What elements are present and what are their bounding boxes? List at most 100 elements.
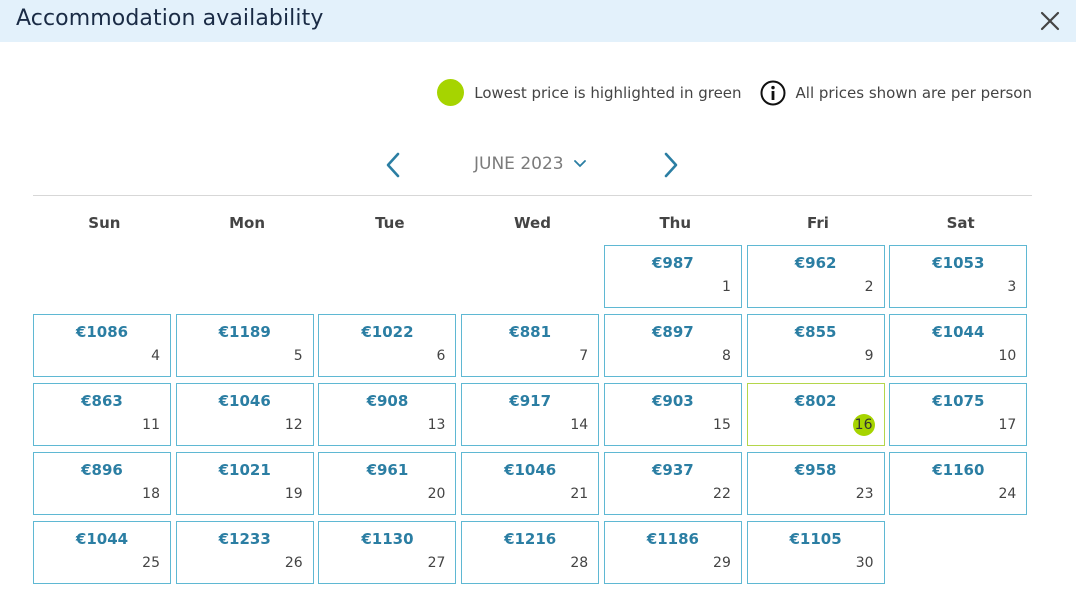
calendar-day[interactable]: €958 23 xyxy=(746,452,885,515)
calendar-cell: €961 20 xyxy=(318,452,461,521)
calendar-day[interactable]: €881 7 xyxy=(461,314,600,377)
calendar-cell: €937 22 xyxy=(603,452,747,521)
previous-month-icon[interactable] xyxy=(382,151,404,179)
weekday-label: Thu xyxy=(659,214,692,232)
day-number: 17 xyxy=(998,417,1017,433)
calendar-cell: €1046 21 xyxy=(461,452,604,521)
calendar-cell: €908 13 xyxy=(318,383,461,452)
calendar-day[interactable]: €987 1 xyxy=(603,245,742,308)
calendar-day[interactable]: €1233 26 xyxy=(175,521,314,584)
day-price: €962 xyxy=(794,254,837,272)
day-price: €1130 xyxy=(361,530,414,548)
calendar-day[interactable]: €937 22 xyxy=(603,452,742,515)
calendar-week: €1086 4 €1189 5 €1022 6 €881 7 €897 8 €855 9 €1044 10 xyxy=(33,314,1032,383)
day-price: €863 xyxy=(81,392,123,410)
lowest-price-legend-label: Lowest price is highlighted in green xyxy=(474,83,742,102)
calendar-day[interactable]: €1216 28 xyxy=(461,521,600,584)
day-price: €881 xyxy=(509,323,552,341)
calendar-day[interactable]: €1130 27 xyxy=(318,521,457,584)
calendar-day[interactable]: €903 15 xyxy=(603,383,742,446)
calendar-day[interactable]: €1044 25 xyxy=(33,521,171,584)
calendar-day[interactable]: €1044 10 xyxy=(889,314,1028,377)
calendar-day[interactable]: €917 14 xyxy=(461,383,600,446)
day-price: €1216 xyxy=(504,530,557,548)
month-select[interactable]: JUNE 2023 xyxy=(474,154,586,174)
calendar-cell xyxy=(33,245,176,314)
weekday-label: Sat xyxy=(946,214,975,232)
calendar-cell xyxy=(318,245,461,314)
day-number: 26 xyxy=(284,555,303,571)
calendar-cell: €987 1 xyxy=(603,245,747,314)
day-number: 10 xyxy=(998,348,1017,364)
legend: Lowest price is highlighted in green All… xyxy=(437,79,1032,106)
day-price: €855 xyxy=(794,323,837,341)
calendar-day[interactable]: €1160 24 xyxy=(889,452,1028,515)
day-price: €802 xyxy=(794,392,837,410)
day-number: 19 xyxy=(284,486,303,502)
day-number: 29 xyxy=(713,555,731,571)
calendar-day-lowest-price[interactable]: €802 16 xyxy=(746,383,885,446)
calendar-day[interactable]: €908 13 xyxy=(318,383,457,446)
calendar-week: €1044 25 €1233 26 €1130 27 €1216 28 €1186 29 €1105… xyxy=(33,521,1032,590)
day-price: €1233 xyxy=(218,530,271,548)
calendar-cell: €1075 17 xyxy=(889,383,1032,452)
weekday-header: Sun Mon Tue Wed Thu Fri Sat xyxy=(33,205,1032,245)
calendar-cell: €1021 19 xyxy=(175,452,319,521)
day-number: 27 xyxy=(427,555,446,571)
day-price: €937 xyxy=(652,461,694,479)
lowest-price-dot xyxy=(437,79,465,106)
calendar-day[interactable]: €1189 5 xyxy=(175,314,314,377)
calendar: Sun Mon Tue Wed Thu Fri Sat €987 1 €962 2 €1… xyxy=(33,205,1032,616)
day-price: €897 xyxy=(652,323,694,341)
day-number: 6 xyxy=(436,348,446,364)
weekday-label: Sun xyxy=(88,214,121,232)
calendar-day[interactable]: €961 20 xyxy=(318,452,457,515)
day-number: 28 xyxy=(570,555,589,571)
day-number: 30 xyxy=(855,555,874,571)
calendar-day[interactable]: €863 11 xyxy=(33,383,171,446)
calendar-cell xyxy=(176,245,319,314)
calendar-day[interactable]: €1075 17 xyxy=(889,383,1028,446)
calendar-day[interactable]: €1053 3 xyxy=(889,245,1028,308)
day-number: 14 xyxy=(570,417,589,433)
calendar-day[interactable]: €1022 6 xyxy=(318,314,457,377)
divider xyxy=(33,195,1032,196)
day-price: €1021 xyxy=(218,461,271,479)
day-number: 12 xyxy=(284,417,303,433)
calendar-cell: €1233 26 xyxy=(175,521,319,590)
close-icon[interactable] xyxy=(1038,9,1062,33)
day-price: €1189 xyxy=(218,323,271,341)
calendar-day[interactable]: €1105 30 xyxy=(746,521,885,584)
calendar-day[interactable]: €1046 12 xyxy=(175,383,314,446)
day-price: €1044 xyxy=(75,530,129,548)
calendar-week: €863 11 €1046 12 €908 13 €917 14 €903 15 €802 16 €10… xyxy=(33,383,1032,452)
day-number: 16 xyxy=(852,414,875,436)
calendar-cell: €1086 4 xyxy=(33,314,176,383)
dialog-header: Accommodation availability xyxy=(0,0,1076,42)
day-price: €1086 xyxy=(75,323,129,341)
info-icon xyxy=(760,80,786,105)
calendar-cell xyxy=(461,245,604,314)
calendar-cell: €855 9 xyxy=(746,314,890,383)
calendar-cell: €1186 29 xyxy=(603,521,747,590)
calendar-week: €987 1 €962 2 €1053 3 xyxy=(33,245,1032,314)
calendar-grid: €987 1 €962 2 €1053 3 €1086 4 €1189 5 €1022 6 €881 7 €… xyxy=(33,245,1032,590)
calendar-day[interactable]: €855 9 xyxy=(746,314,885,377)
day-number: 1 xyxy=(721,279,731,295)
calendar-day[interactable]: €897 8 xyxy=(603,314,742,377)
calendar-cell: €1044 25 xyxy=(33,521,176,590)
day-price: €1053 xyxy=(932,254,985,272)
weekday-label: Tue xyxy=(375,214,405,232)
next-month-icon[interactable] xyxy=(660,151,682,179)
calendar-day[interactable]: €1046 21 xyxy=(461,452,600,515)
calendar-cell xyxy=(889,521,1032,590)
calendar-day[interactable]: €1021 19 xyxy=(175,452,314,515)
day-number: 5 xyxy=(293,348,303,364)
calendar-day[interactable]: €1086 4 xyxy=(33,314,171,377)
calendar-cell: €958 23 xyxy=(746,452,890,521)
calendar-day[interactable]: €896 18 xyxy=(33,452,171,515)
calendar-day[interactable]: €962 2 xyxy=(746,245,885,308)
calendar-day[interactable]: €1186 29 xyxy=(603,521,742,584)
weekday-label: Fri xyxy=(807,214,829,232)
day-price: €1186 xyxy=(646,530,699,548)
